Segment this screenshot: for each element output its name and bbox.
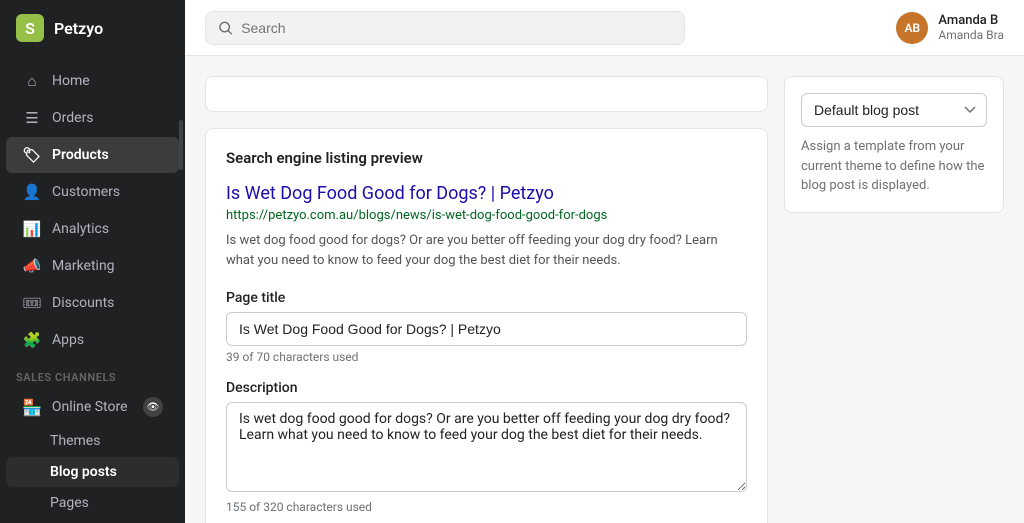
main-panel: Search engine listing preview Is Wet Dog… xyxy=(205,76,768,523)
description-label: Description xyxy=(226,380,747,396)
sidebar-scrollbar[interactable] xyxy=(179,120,183,170)
online-store-label: Online Store xyxy=(52,399,128,415)
sidebar-item-discounts[interactable]: 🎟 Discounts xyxy=(6,285,179,321)
page-title-group: Page title 39 of 70 characters used xyxy=(226,290,747,364)
sidebar-nav: ⌂ Home ☰ Orders 🏷 Products 👤 Customers 📊… xyxy=(0,56,185,523)
sidebar-item-label: Home xyxy=(52,73,90,89)
page-content: Search engine listing preview Is Wet Dog… xyxy=(185,56,1024,523)
seo-card: Search engine listing preview Is Wet Dog… xyxy=(205,128,768,523)
sidebar: S Petzyo ⌂ Home ☰ Orders 🏷 Products 👤 Cu… xyxy=(0,0,185,523)
helper-text: Assign a template from your current them… xyxy=(801,137,987,196)
seo-url: https://petzyo.com.au/blogs/news/is-wet-… xyxy=(226,208,747,223)
sidebar-item-online-store[interactable]: 🏪 Online Store 👁 xyxy=(6,389,179,425)
page-title-char-count: 39 of 70 characters used xyxy=(226,350,747,364)
sidebar-subitem-themes[interactable]: Themes xyxy=(6,426,179,456)
page-title-label: Page title xyxy=(226,290,747,306)
apps-icon: 🧩 xyxy=(22,330,42,350)
orders-icon: ☰ xyxy=(22,108,42,128)
template-select[interactable]: Default blog post xyxy=(801,93,987,127)
avatar: AB xyxy=(896,12,928,44)
sidebar-item-label: Customers xyxy=(52,184,120,200)
discounts-icon: 🎟 xyxy=(22,293,42,313)
seo-link[interactable]: Is Wet Dog Food Good for Dogs? | Petzyo xyxy=(226,183,747,204)
top-header: AB Amanda B Amanda Bra xyxy=(185,0,1024,56)
eye-icon[interactable]: 👁 xyxy=(143,397,163,417)
pages-label: Pages xyxy=(50,495,89,511)
header-right: AB Amanda B Amanda Bra xyxy=(896,12,1004,44)
products-icon: 🏷 xyxy=(22,145,42,165)
sidebar-item-customers[interactable]: 👤 Customers xyxy=(6,174,179,210)
brand-name: Petzyo xyxy=(54,19,103,38)
sidebar-item-home[interactable]: ⌂ Home xyxy=(6,63,179,99)
top-card xyxy=(205,76,768,112)
description-char-count: 155 of 320 characters used xyxy=(226,500,747,514)
sidebar-item-analytics[interactable]: 📊 Analytics xyxy=(6,211,179,247)
brand-icon: S xyxy=(16,14,44,42)
seo-description: Is wet dog food good for dogs? Or are yo… xyxy=(226,231,747,270)
blog-posts-label: Blog posts xyxy=(50,464,117,480)
right-panel: Default blog post Assign a template from… xyxy=(784,76,1004,523)
user-info: Amanda B Amanda Bra xyxy=(938,13,1004,42)
page-title-input[interactable] xyxy=(226,312,747,346)
sidebar-item-products[interactable]: 🏷 Products xyxy=(6,137,179,173)
sidebar-item-label: Discounts xyxy=(52,295,114,311)
seo-card-title: Search engine listing preview xyxy=(226,149,747,167)
sidebar-item-marketing[interactable]: 📣 Marketing xyxy=(6,248,179,284)
search-input[interactable] xyxy=(241,20,672,36)
sales-channels-label: SALES CHANNELS xyxy=(0,359,185,388)
brand: S Petzyo xyxy=(0,0,185,56)
description-group: Description 155 of 320 characters used xyxy=(226,380,747,514)
sidebar-item-label: Apps xyxy=(52,332,84,348)
sidebar-item-label: Marketing xyxy=(52,258,115,274)
sidebar-item-label: Orders xyxy=(52,110,94,126)
search-bar[interactable] xyxy=(205,11,685,45)
analytics-icon: 📊 xyxy=(22,219,42,239)
sidebar-item-label: Analytics xyxy=(52,221,109,237)
sidebar-subitem-navigation[interactable]: Navigation xyxy=(6,519,179,523)
sidebar-item-apps[interactable]: 🧩 Apps xyxy=(6,322,179,358)
customers-icon: 👤 xyxy=(22,182,42,202)
user-store: Amanda Bra xyxy=(938,28,1004,42)
marketing-icon: 📣 xyxy=(22,256,42,276)
online-store-icon: 🏪 xyxy=(22,398,42,417)
right-card: Default blog post Assign a template from… xyxy=(784,76,1004,213)
sidebar-item-orders[interactable]: ☰ Orders xyxy=(6,100,179,136)
search-icon xyxy=(218,20,233,36)
sidebar-item-label: Products xyxy=(52,147,109,163)
sidebar-subitem-pages[interactable]: Pages xyxy=(6,488,179,518)
sidebar-subitem-blog-posts[interactable]: Blog posts xyxy=(6,457,179,487)
main-content: AB Amanda B Amanda Bra Search engine lis… xyxy=(185,0,1024,523)
home-icon: ⌂ xyxy=(22,71,42,91)
user-name: Amanda B xyxy=(938,13,1004,28)
description-textarea[interactable] xyxy=(226,402,747,492)
themes-label: Themes xyxy=(50,433,100,449)
